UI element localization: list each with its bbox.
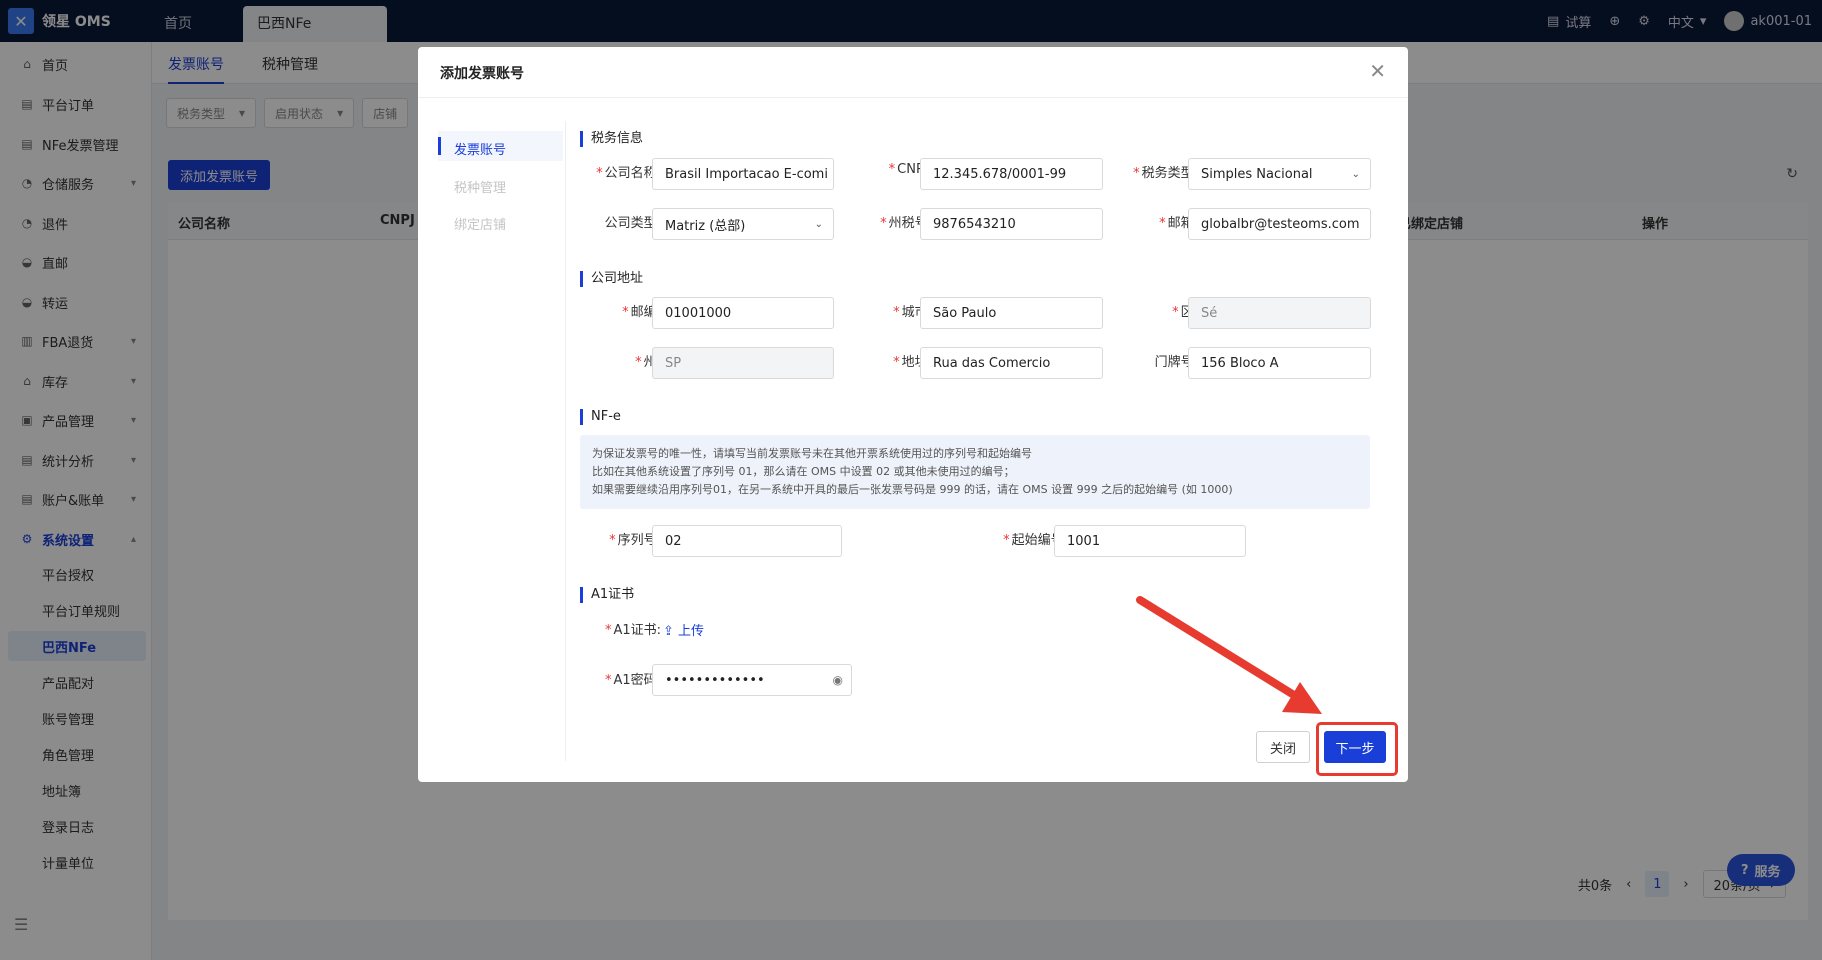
highlight-box — [1316, 722, 1398, 776]
annotation-arrow — [1136, 596, 1322, 714]
